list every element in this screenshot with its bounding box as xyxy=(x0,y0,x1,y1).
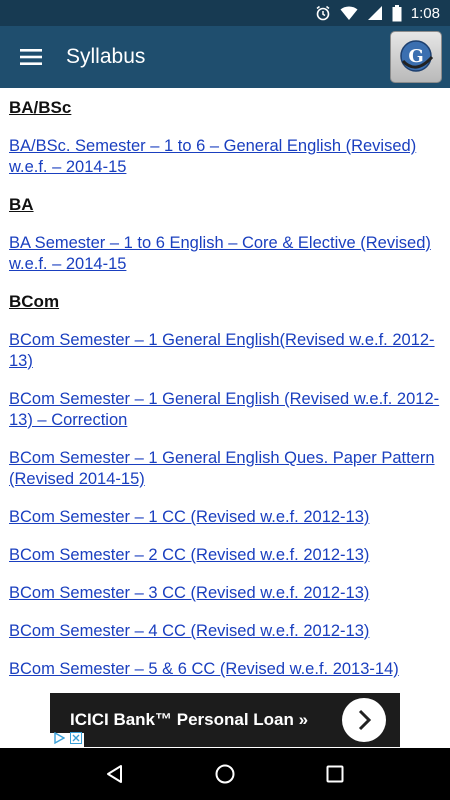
syllabus-link[interactable]: BCom Semester – 1 General English Ques. … xyxy=(9,448,441,490)
syllabus-link[interactable]: BCom Semester – 1 CC (Revised w.e.f. 201… xyxy=(9,507,441,528)
syllabus-link[interactable]: BA/BSc. Semester – 1 to 6 – General Engl… xyxy=(9,136,441,178)
signal-icon xyxy=(367,5,383,21)
syllabus-link[interactable]: BCom Semester – 1 General English(Revise… xyxy=(9,330,441,372)
clock-time: 1:08 xyxy=(410,4,440,22)
battery-icon xyxy=(392,4,402,22)
app-bar: Syllabus G xyxy=(0,26,450,88)
alarm-icon xyxy=(315,5,331,21)
home-icon[interactable] xyxy=(205,754,245,794)
ad-info-icon[interactable] xyxy=(53,731,65,749)
app-logo-icon[interactable]: G xyxy=(390,31,442,83)
section-heading-bcom: BCom xyxy=(9,292,60,311)
ad-close-icon[interactable] xyxy=(69,731,82,749)
back-icon[interactable] xyxy=(95,754,135,794)
page-title: Syllabus xyxy=(66,45,146,68)
section-heading-ba-bsc: BA/BSc xyxy=(9,98,72,117)
syllabus-link[interactable]: BCom Semester – 3 CC (Revised w.e.f. 201… xyxy=(9,583,441,604)
recents-icon[interactable] xyxy=(315,754,355,794)
ad-text: ICICI Bank™ Personal Loan » xyxy=(70,710,309,729)
status-bar: 1:08 xyxy=(0,0,450,26)
hamburger-menu-icon[interactable] xyxy=(0,26,62,88)
ad-choices[interactable] xyxy=(50,731,84,749)
section-heading-ba: BA xyxy=(9,195,34,214)
ad-banner[interactable]: ICICI Bank™ Personal Loan » xyxy=(50,693,400,747)
syllabus-link[interactable]: BCom Semester – 5 & 6 CC (Revised w.e.f.… xyxy=(9,659,441,680)
syllabus-link[interactable]: BCom Semester – 4 CC (Revised w.e.f. 201… xyxy=(9,621,441,642)
wifi-icon xyxy=(340,5,358,21)
syllabus-link[interactable]: BA Semester – 1 to 6 English – Core & El… xyxy=(9,233,441,275)
syllabus-list: BA/BSc BA/BSc. Semester – 1 to 6 – Gener… xyxy=(0,88,450,692)
chevron-right-icon[interactable] xyxy=(342,698,386,742)
syllabus-link[interactable]: BCom Semester – 1 General English (Revis… xyxy=(9,389,441,431)
syllabus-link[interactable]: BCom Semester – 2 CC (Revised w.e.f. 201… xyxy=(9,545,441,566)
svg-text:G: G xyxy=(408,46,423,67)
navigation-bar xyxy=(0,748,450,800)
